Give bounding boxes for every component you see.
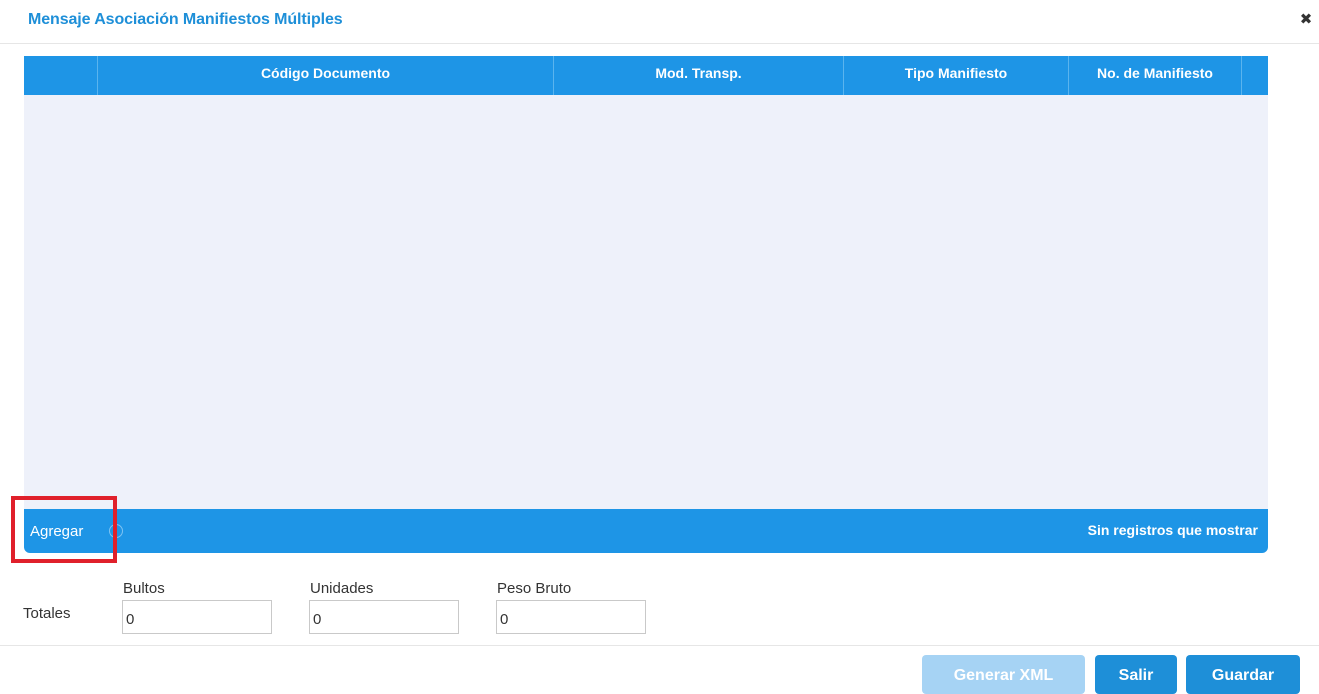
column-header-tipo-manifiesto[interactable]: Tipo Manifiesto bbox=[844, 56, 1069, 95]
exit-button[interactable]: Salir bbox=[1095, 655, 1177, 694]
add-button[interactable]: Agregar bbox=[30, 523, 83, 540]
bultos-input[interactable] bbox=[122, 600, 272, 634]
column-header-select[interactable] bbox=[24, 56, 98, 95]
column-header-no-manifiesto[interactable]: No. de Manifiesto bbox=[1069, 56, 1242, 95]
column-header-mod-transp[interactable]: Mod. Transp. bbox=[554, 56, 844, 95]
totals-label: Totales bbox=[23, 605, 71, 622]
grid-header: Código Documento Mod. Transp. Tipo Manif… bbox=[24, 56, 1268, 95]
unidades-input[interactable] bbox=[309, 600, 459, 634]
grid-footer: Agregar Sin registros que mostrar bbox=[24, 509, 1268, 553]
grid-status-text: Sin registros que mostrar bbox=[1087, 522, 1258, 538]
column-header-codigo-documento[interactable]: Código Documento bbox=[98, 56, 554, 95]
column-header-filler bbox=[1242, 56, 1268, 95]
grid-body bbox=[24, 95, 1268, 509]
manifest-association-dialog: Mensaje Asociación Manifiestos Múltiples… bbox=[0, 0, 1319, 694]
peso-bruto-input[interactable] bbox=[496, 600, 646, 634]
footer-divider bbox=[0, 645, 1319, 646]
generate-xml-button[interactable]: Generar XML bbox=[922, 655, 1085, 694]
peso-bruto-label: Peso Bruto bbox=[497, 580, 572, 597]
close-icon[interactable]: ✖ bbox=[1299, 12, 1313, 28]
bultos-label: Bultos bbox=[123, 580, 165, 597]
dialog-title: Mensaje Asociación Manifiestos Múltiples bbox=[28, 11, 343, 28]
add-circle-icon[interactable] bbox=[109, 523, 123, 538]
dialog-header: Mensaje Asociación Manifiestos Múltiples… bbox=[0, 0, 1319, 44]
manifest-grid: Código Documento Mod. Transp. Tipo Manif… bbox=[24, 56, 1268, 553]
save-button[interactable]: Guardar bbox=[1186, 655, 1300, 694]
unidades-label: Unidades bbox=[310, 580, 374, 597]
